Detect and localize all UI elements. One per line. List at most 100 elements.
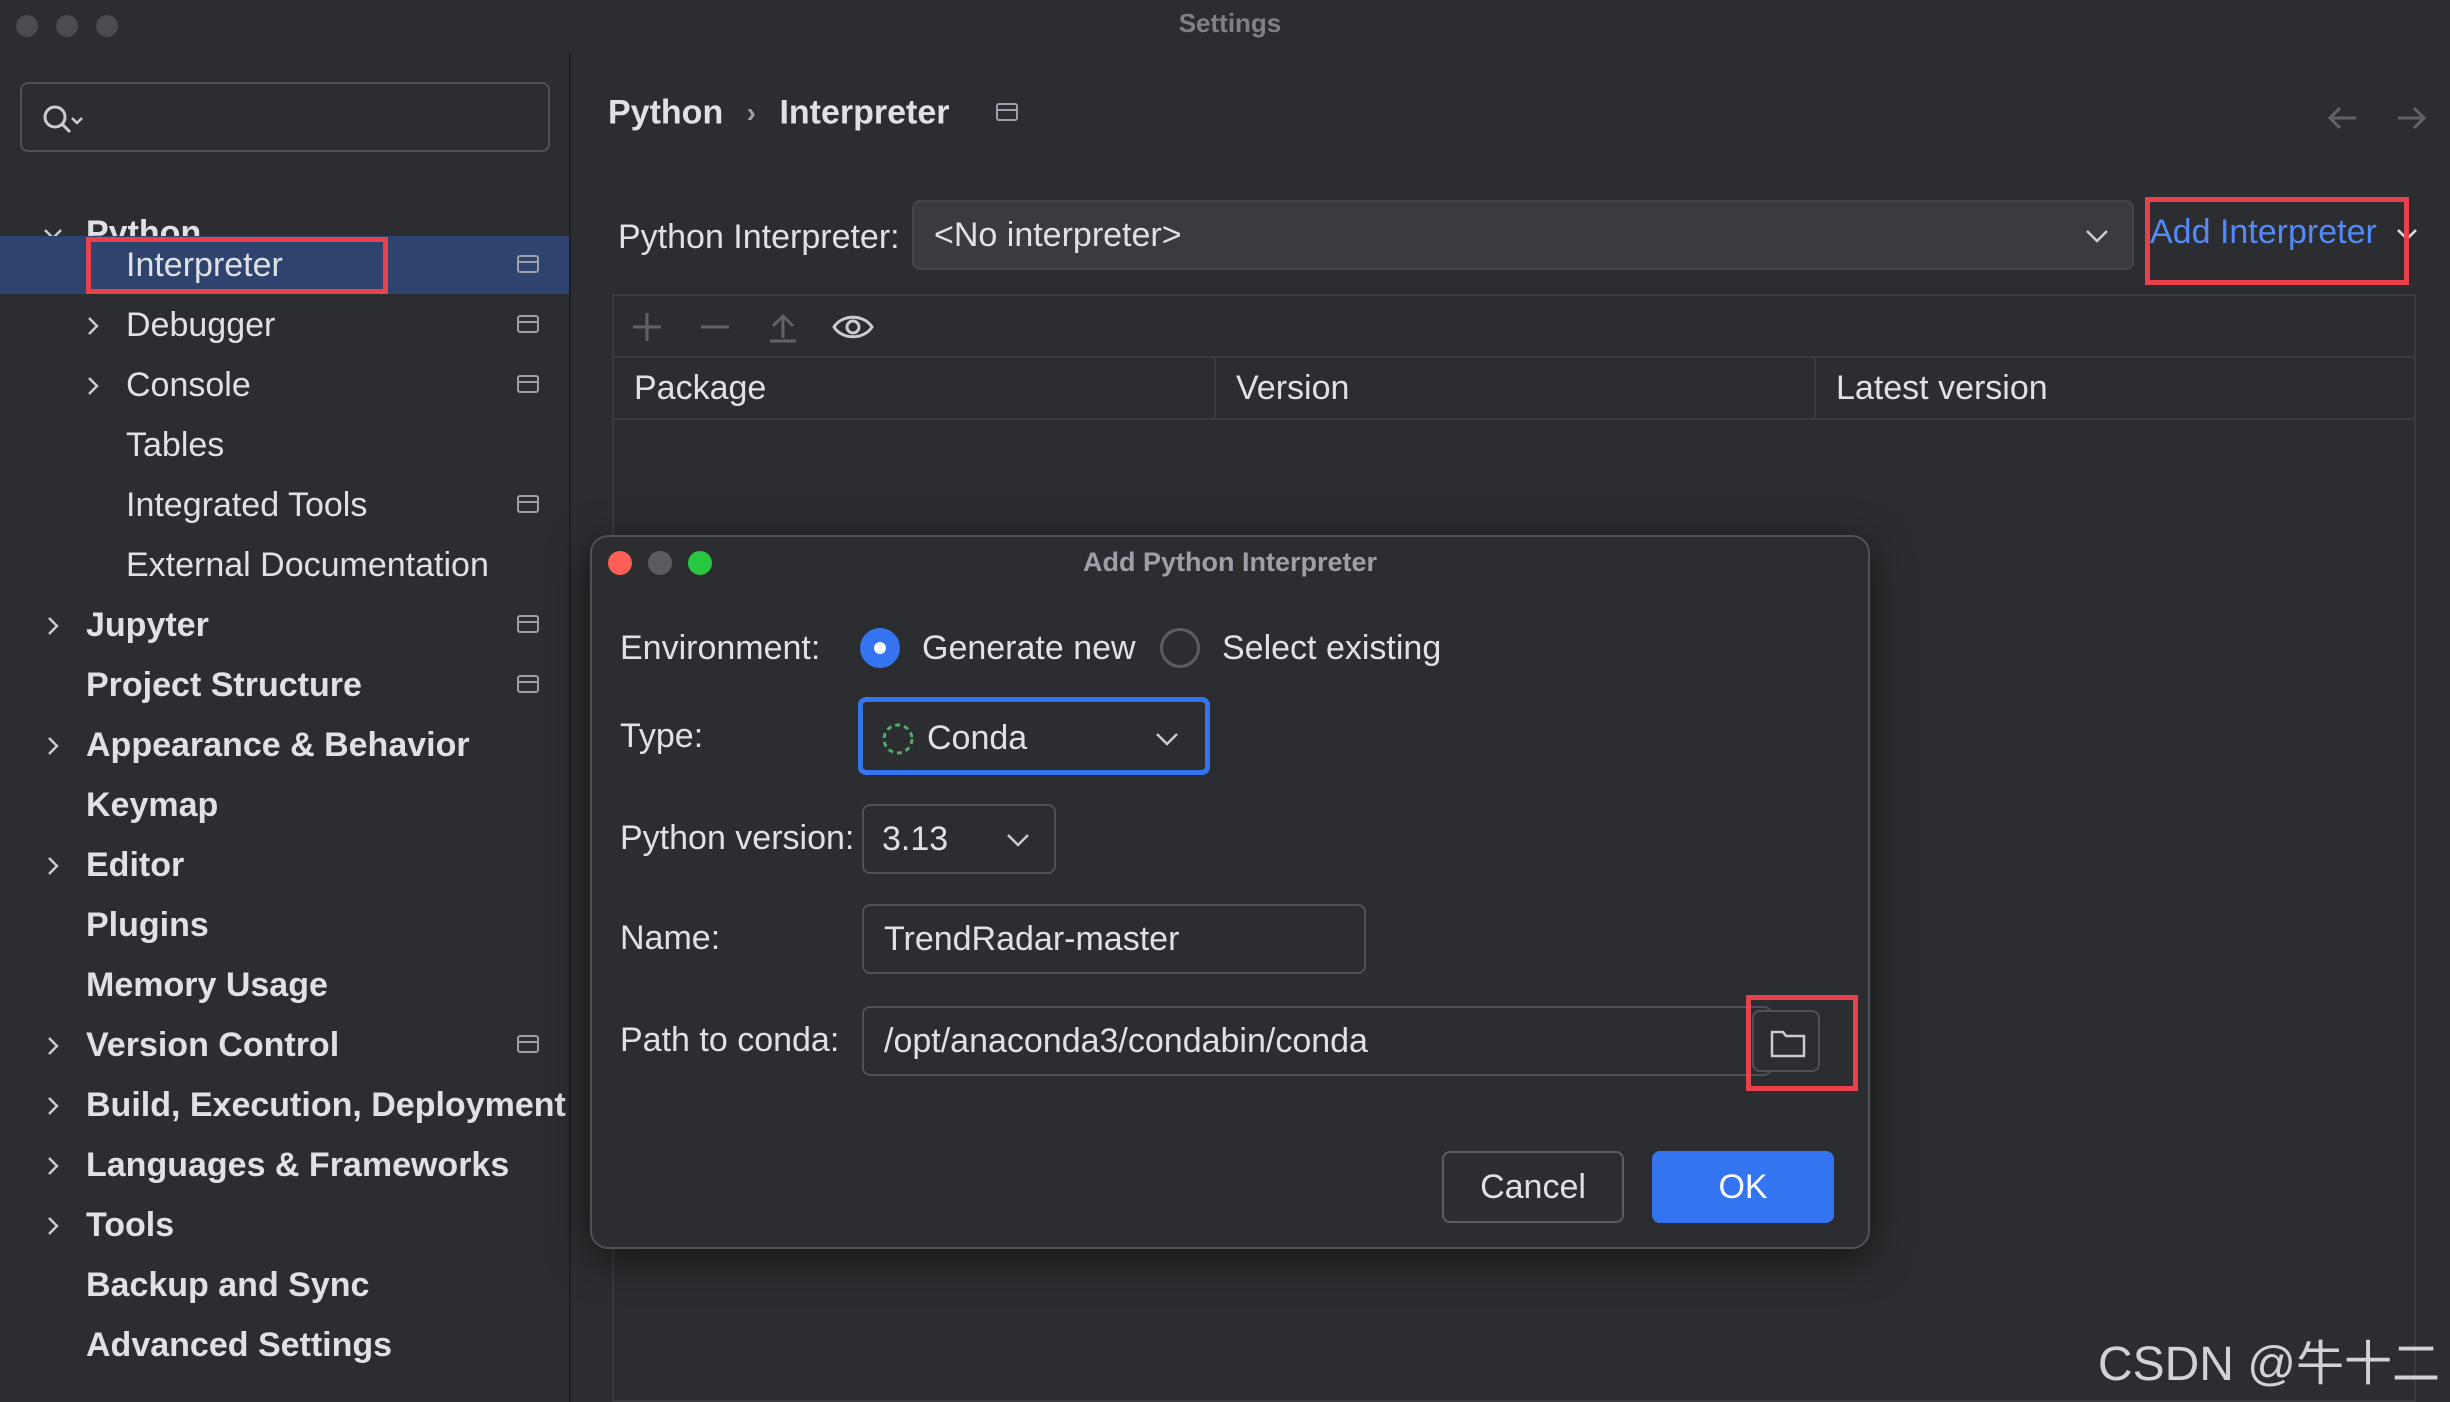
chevron-right-icon[interactable] (42, 1215, 64, 1237)
sidebar-item-console[interactable]: Console (0, 356, 569, 414)
name-value: TrendRadar-master (884, 920, 1180, 958)
dialog-title: Add Python Interpreter (1082, 547, 1378, 577)
sidebar-item-label: Version Control (86, 1026, 340, 1064)
sidebar-item-label: Advanced Settings (86, 1326, 393, 1364)
sidebar-item-label: Tools (86, 1206, 175, 1244)
sidebar-item-editor[interactable]: Editor (0, 836, 569, 894)
path-to-conda-value: /opt/anaconda3/condabin/conda (884, 1022, 1368, 1060)
generate-new-radio[interactable] (860, 628, 900, 668)
chevron-right-icon[interactable] (82, 315, 104, 337)
breadcrumb-current: Interpreter (779, 93, 950, 132)
window-title: Settings (1178, 8, 1282, 38)
sidebar-item-external-documentation[interactable]: External Documentation (0, 536, 569, 594)
sidebar-item-label: Integrated Tools (126, 486, 368, 524)
sidebar-item-label: Build, Execution, Deployment (86, 1086, 566, 1124)
sidebar-item-label: Tables (126, 426, 225, 464)
packages-table-header: Package Version Latest version (614, 358, 2414, 420)
generate-new-label[interactable]: Generate new (922, 629, 1136, 668)
sidebar-item-label: Console (126, 366, 251, 404)
column-header-latest-version[interactable]: Latest version (1814, 358, 2414, 418)
sidebar-item-tables[interactable]: Tables (0, 416, 569, 474)
chevron-right-icon[interactable] (42, 1155, 64, 1177)
sidebar-item-label: External Documentation (126, 546, 489, 584)
project-scope-icon (517, 375, 539, 393)
sidebar-item-integrated-tools[interactable]: Integrated Tools (0, 476, 569, 534)
chevron-right-icon[interactable] (42, 855, 64, 877)
upgrade-icon[interactable] (766, 310, 800, 344)
title-bar: Settings (0, 0, 2450, 52)
path-to-conda-input[interactable]: /opt/anaconda3/condabin/conda (862, 1006, 1772, 1076)
type-value: Conda (927, 719, 1028, 757)
python-version-label: Python version: (620, 819, 855, 857)
project-scope-icon (517, 615, 539, 633)
breadcrumb-parent[interactable]: Python (608, 94, 723, 132)
python-version-value: 3.13 (882, 820, 949, 858)
project-scope-icon (995, 103, 1018, 122)
chevron-right-icon[interactable] (82, 375, 104, 397)
sidebar-item-build-execution-deployment[interactable]: Build, Execution, Deployment (0, 1076, 569, 1134)
name-label: Name: (620, 919, 721, 957)
python-interpreter-dropdown[interactable]: <No interpreter> (912, 200, 2134, 270)
python-version-dropdown[interactable]: 3.13 (862, 804, 1056, 874)
sidebar-item-label: Plugins (86, 906, 209, 944)
select-existing-radio[interactable] (1160, 628, 1200, 668)
eye-icon[interactable] (832, 310, 874, 344)
chevron-right-icon[interactable] (42, 735, 64, 757)
sidebar-item-backup-sync[interactable]: Backup and Sync (0, 1256, 569, 1314)
settings-sidebar: Python Interpreter Debugger Console Tabl… (0, 52, 571, 1402)
sidebar-item-memory-usage[interactable]: Memory Usage (0, 956, 569, 1014)
sidebar-item-plugins[interactable]: Plugins (0, 896, 569, 954)
sidebar-item-project-structure[interactable]: Project Structure (0, 656, 569, 714)
column-header-package[interactable]: Package (614, 358, 1214, 418)
sidebar-item-label: Project Structure (86, 666, 362, 704)
sidebar-item-advanced-settings[interactable]: Advanced Settings (0, 1316, 569, 1374)
sidebar-item-version-control[interactable]: Version Control (0, 1016, 569, 1074)
sidebar-item-label: Editor (86, 846, 185, 884)
project-scope-icon (517, 495, 539, 513)
sidebar-item-label: Jupyter (86, 606, 209, 644)
chevron-right-icon[interactable] (42, 1095, 64, 1117)
forward-arrow-icon[interactable] (2394, 100, 2430, 136)
breadcrumb-separator: › (746, 97, 756, 129)
sidebar-item-label: Debugger (126, 306, 276, 344)
conda-spinner-icon (882, 723, 914, 755)
python-interpreter-label: Python Interpreter: (618, 218, 900, 256)
highlight-box-browse (1746, 995, 1858, 1091)
environment-label: Environment: (620, 629, 821, 667)
column-header-version[interactable]: Version (1214, 358, 1814, 418)
chevron-right-icon[interactable] (42, 615, 64, 637)
sidebar-item-label: Languages & Frameworks (86, 1146, 510, 1184)
highlight-box-interpreter (86, 237, 388, 294)
cancel-button[interactable]: Cancel (1442, 1151, 1624, 1223)
project-scope-icon (517, 255, 539, 273)
select-existing-label[interactable]: Select existing (1222, 629, 1441, 668)
plus-icon[interactable] (630, 310, 664, 344)
chevron-down-icon (1156, 733, 1178, 746)
watermark: CSDN @牛十二 (2097, 1338, 2440, 1391)
back-arrow-icon[interactable] (2324, 100, 2360, 136)
python-interpreter-value: <No interpreter> (934, 216, 1182, 254)
sidebar-item-tools[interactable]: Tools (0, 1196, 569, 1254)
breadcrumb: Python › Interpreter (608, 92, 1019, 133)
path-to-conda-label: Path to conda: (620, 1021, 840, 1059)
sidebar-item-label: Appearance & Behavior (86, 726, 470, 764)
ok-button[interactable]: OK (1652, 1151, 1834, 1223)
sidebar-item-label: Keymap (86, 786, 219, 824)
search-input[interactable] (20, 82, 550, 152)
sidebar-item-label: Memory Usage (86, 966, 328, 1004)
name-input[interactable]: TrendRadar-master (862, 904, 1366, 974)
sidebar-item-debugger[interactable]: Debugger (0, 296, 569, 354)
minus-icon[interactable] (698, 310, 732, 344)
type-dropdown[interactable]: Conda (858, 697, 1210, 775)
chevron-right-icon[interactable] (42, 1035, 64, 1057)
highlight-box-add-interpreter (2145, 197, 2409, 285)
packages-toolbar (614, 296, 2414, 358)
search-icon (43, 105, 83, 134)
sidebar-item-languages-frameworks[interactable]: Languages & Frameworks (0, 1136, 569, 1194)
project-scope-icon (517, 315, 539, 333)
sidebar-item-appearance-behavior[interactable]: Appearance & Behavior (0, 716, 569, 774)
chevron-down-icon (1007, 834, 1029, 847)
sidebar-item-jupyter[interactable]: Jupyter (0, 596, 569, 654)
project-scope-icon (517, 1035, 539, 1053)
sidebar-item-keymap[interactable]: Keymap (0, 776, 569, 834)
